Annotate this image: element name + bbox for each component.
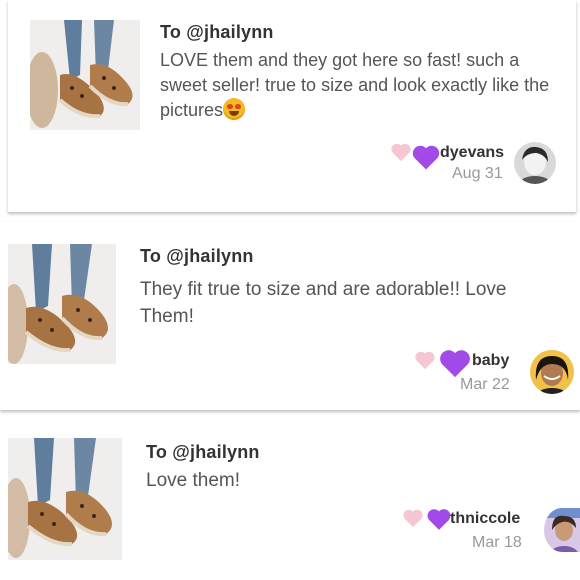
purple-heart-icon[interactable] bbox=[411, 142, 441, 172]
review-text: Love them! bbox=[146, 470, 240, 491]
pink-heart-icon[interactable] bbox=[414, 350, 436, 370]
pink-heart-icon[interactable] bbox=[402, 508, 424, 528]
reviewer-avatar[interactable] bbox=[514, 142, 556, 184]
reviewer-username[interactable]: dyevans bbox=[440, 144, 504, 162]
review-card: To @jhailynn They fit true to size and a… bbox=[0, 222, 580, 410]
purple-heart-icon[interactable] bbox=[426, 506, 452, 532]
review-text-body: LOVE them and they got here so fast! suc… bbox=[160, 50, 550, 120]
card-divider bbox=[8, 212, 136, 213]
review-card: To @jhailynn Love them! thniccole Mar 18 bbox=[0, 420, 580, 580]
reviewer-avatar[interactable] bbox=[530, 350, 574, 394]
reviewer-username[interactable]: thniccole bbox=[450, 510, 520, 528]
product-photo-thumbnail[interactable] bbox=[8, 244, 116, 364]
review-date: Mar 18 bbox=[472, 534, 522, 551]
review-recipient: To @jhailynn bbox=[160, 22, 274, 42]
star-struck-emoji-icon bbox=[223, 98, 246, 120]
review-recipient: To @jhailynn bbox=[146, 442, 260, 462]
review-text: They fit true to size and are adorable!!… bbox=[140, 279, 507, 327]
review-text: LOVE them and they got here so fast! suc… bbox=[160, 48, 550, 123]
pink-heart-icon[interactable] bbox=[390, 142, 412, 162]
reviewer-avatar[interactable] bbox=[544, 508, 580, 552]
card-divider bbox=[146, 212, 576, 213]
product-photo-thumbnail[interactable] bbox=[8, 438, 122, 560]
product-photo-thumbnail[interactable] bbox=[30, 20, 140, 130]
review-card: To @jhailynn LOVE them and they got here… bbox=[8, 0, 576, 212]
reviewer-username[interactable]: baby bbox=[472, 352, 509, 370]
review-date: Aug 31 bbox=[452, 165, 503, 182]
purple-heart-icon[interactable] bbox=[438, 346, 472, 380]
review-recipient: To @jhailynn bbox=[140, 246, 254, 266]
review-date: Mar 22 bbox=[460, 376, 510, 393]
